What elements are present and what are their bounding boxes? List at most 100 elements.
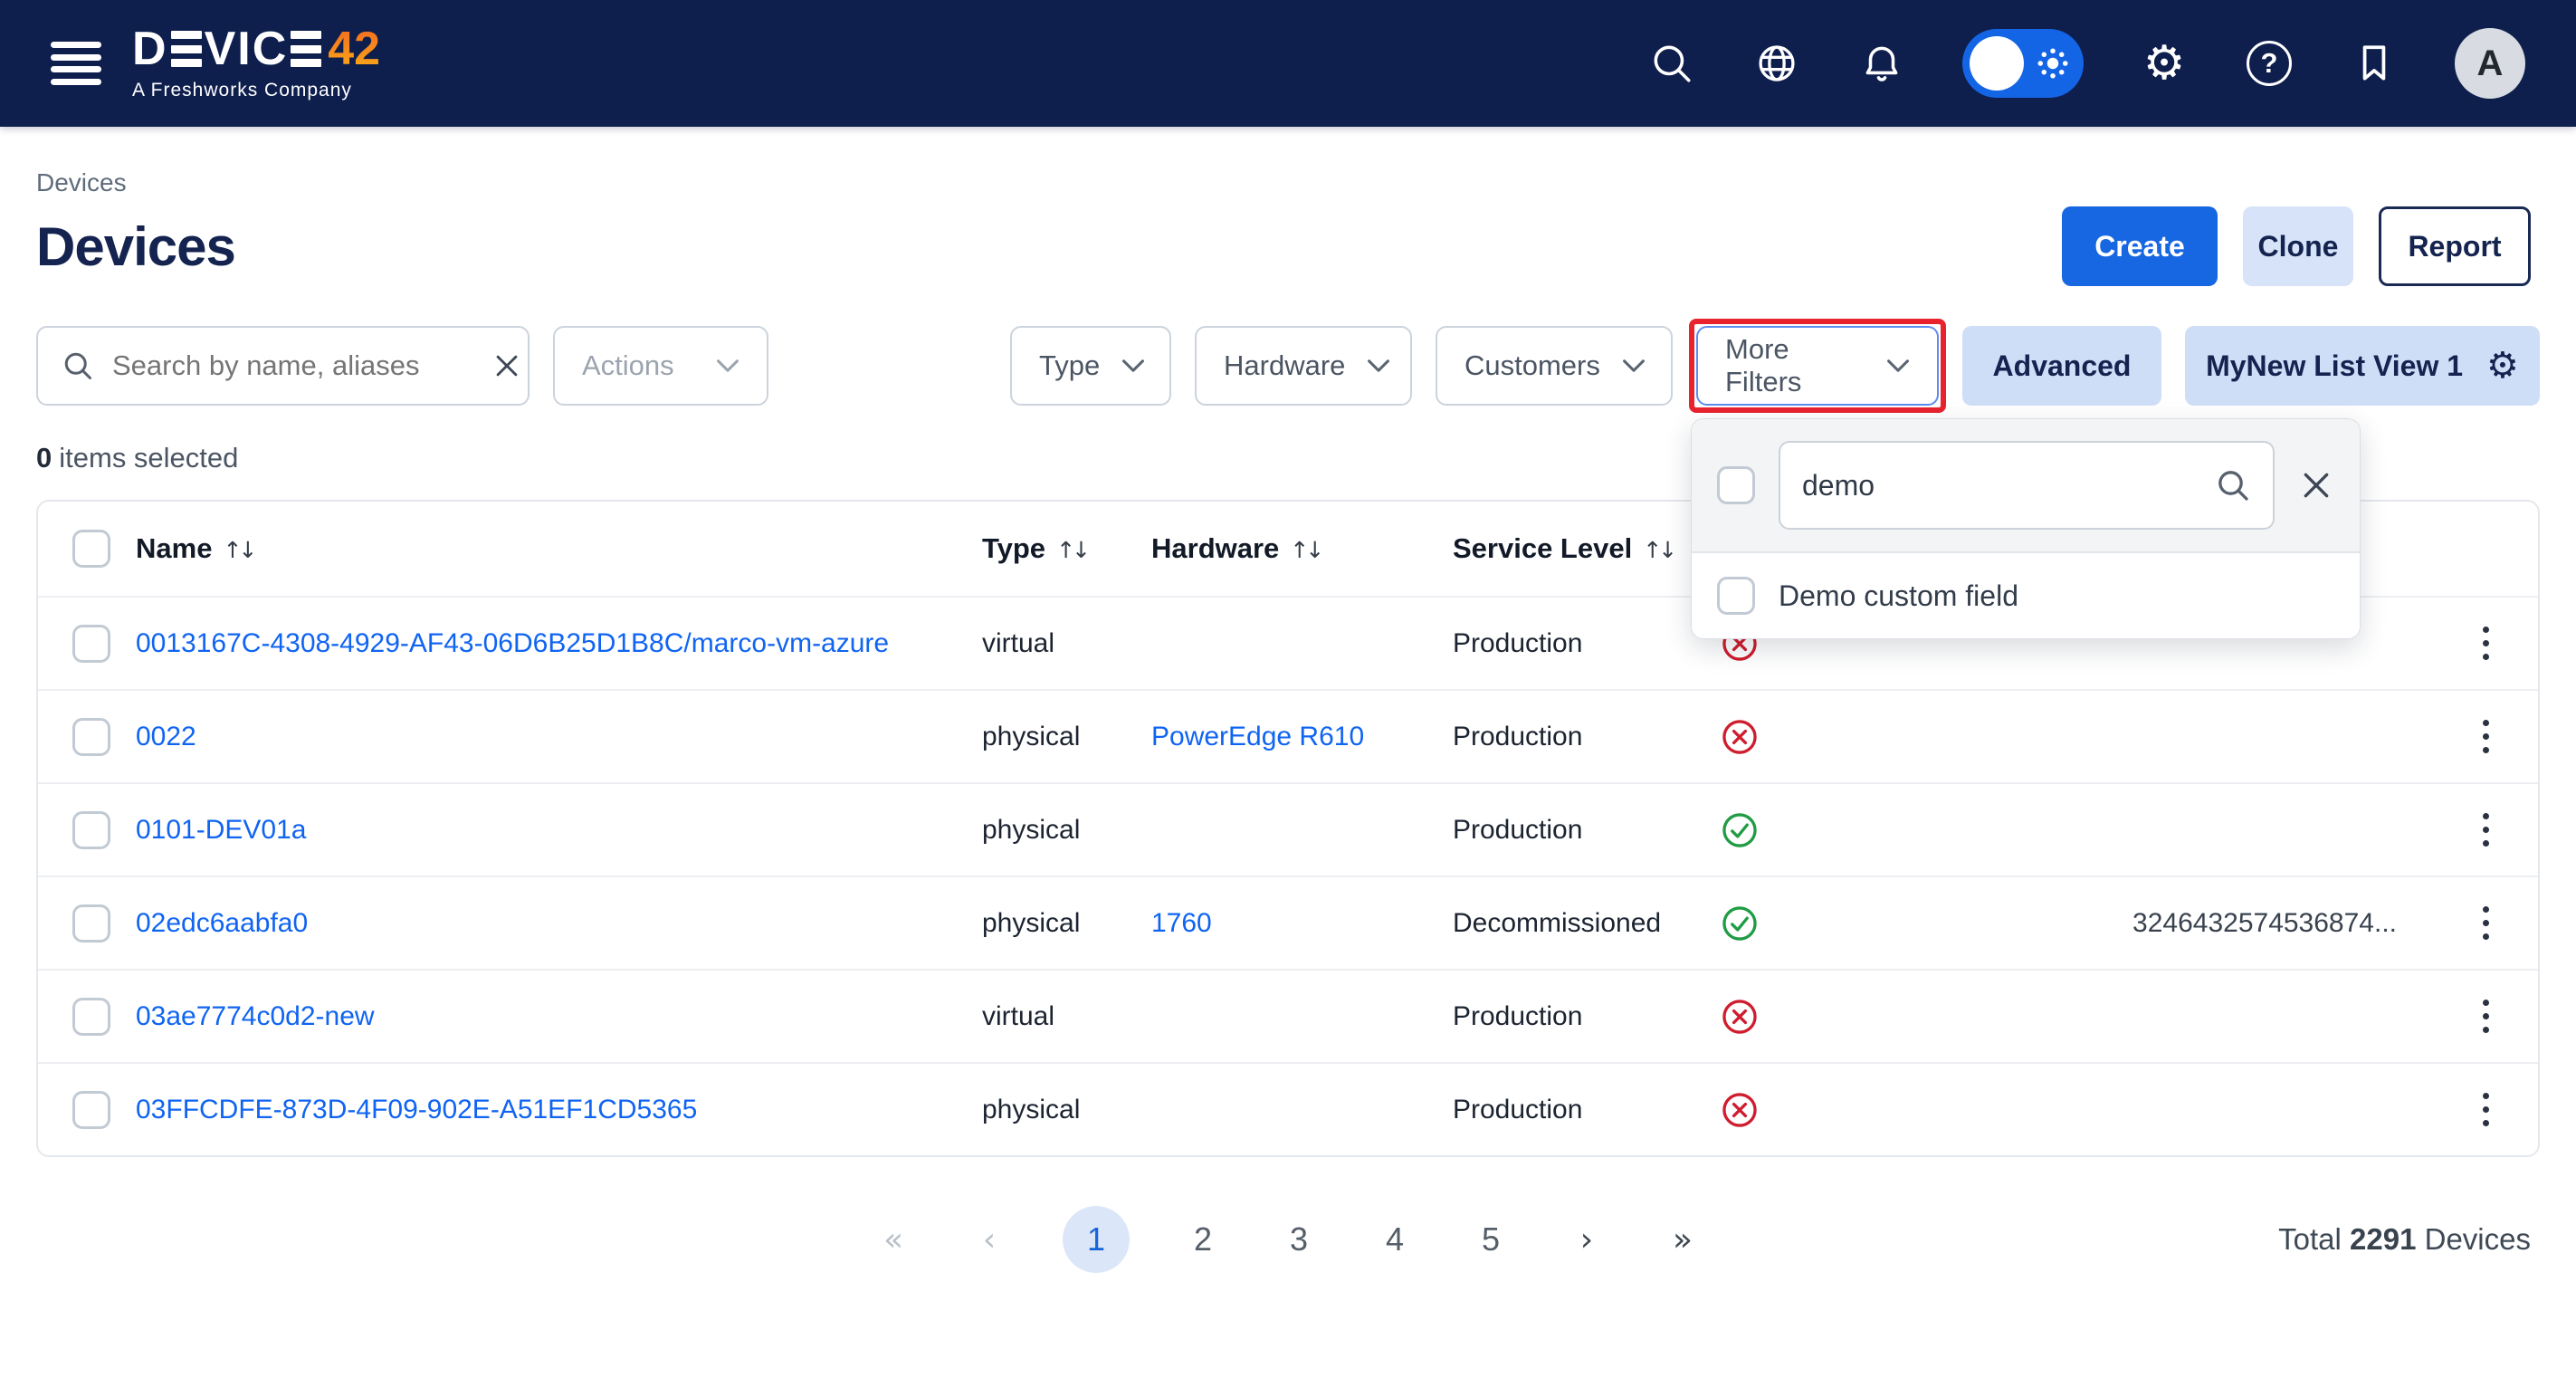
customers-filter-dropdown[interactable]: Customers [1436, 326, 1673, 406]
circle-x-icon [1720, 997, 1760, 1037]
type-filter-dropdown[interactable]: Type [1010, 326, 1171, 406]
logo-42: 42 [328, 25, 380, 72]
row-checkbox[interactable] [72, 625, 110, 663]
first-page-button[interactable]: « [871, 1221, 916, 1258]
status-cell [1720, 997, 1801, 1037]
user-avatar[interactable]: A [2455, 28, 2525, 99]
page-number-button[interactable]: 2 [1180, 1220, 1226, 1258]
column-header-type[interactable]: Type↑↓ [982, 532, 1151, 565]
breadcrumb[interactable]: Devices [36, 168, 2540, 197]
device-search-input-wrap [36, 326, 530, 406]
row-checkbox[interactable] [72, 811, 110, 849]
column-header-hardware[interactable]: Hardware↑↓ [1151, 532, 1453, 565]
device42-logo[interactable]: D VIC 42 A Freshworks Company [132, 25, 380, 101]
field-option-label: Demo custom field [1779, 579, 2018, 613]
device-type: physical [982, 815, 1151, 846]
sort-icon[interactable]: ↑↓ [1056, 537, 1087, 563]
service-level: Production [1453, 1095, 1720, 1125]
search-icon [62, 349, 94, 382]
more-filters-wrap: More Filters Demo custom field [1696, 326, 1939, 406]
next-page-button[interactable]: › [1564, 1221, 1609, 1258]
clear-search-icon[interactable] [491, 350, 522, 381]
device-name-link[interactable]: 02edc6aabfa0 [136, 908, 308, 938]
select-all-checkbox[interactable] [72, 530, 110, 568]
toggle-knob [1970, 36, 2024, 91]
row-menu-kebab-icon[interactable] [2474, 990, 2498, 1042]
sort-icon[interactable]: ↑↓ [1643, 537, 1674, 563]
list-view-button[interactable]: MyNew List View 1 ⚙ [2185, 326, 2540, 406]
row-menu-kebab-icon[interactable] [2474, 1084, 2498, 1135]
table-row: 0022 physical PowerEdge R610 Production [38, 689, 2538, 782]
row-menu-kebab-icon[interactable] [2474, 804, 2498, 856]
device-name-link[interactable]: 03ae7774c0d2-new [136, 1001, 375, 1031]
device-name-link[interactable]: 0101-DEV01a [136, 815, 306, 845]
select-all-fields-checkbox[interactable] [1717, 466, 1755, 504]
status-cell [1720, 717, 1801, 757]
demo-custom-field-checkbox[interactable] [1717, 577, 1755, 615]
chevron-down-icon [1367, 359, 1390, 373]
page-numbers: 1 2 3 4 5 [1063, 1206, 1513, 1273]
table-body: 0013167C-4308-4929-AF43-06D6B25D1B8C/mar… [38, 596, 2538, 1155]
logo-letter: D [132, 25, 168, 72]
page-number-button[interactable]: 5 [1468, 1220, 1513, 1258]
clone-button[interactable]: Clone [2243, 206, 2353, 286]
actions-dropdown[interactable]: Actions [553, 326, 768, 406]
row-menu-kebab-icon[interactable] [2474, 711, 2498, 762]
device-name-link[interactable]: 0022 [136, 722, 196, 751]
page-number-button[interactable]: 1 [1063, 1206, 1130, 1273]
circle-x-icon [1720, 1090, 1760, 1130]
settings-gear-icon[interactable]: ⚙ [2140, 39, 2189, 88]
close-icon[interactable] [2298, 467, 2334, 503]
chevron-down-icon [1886, 359, 1910, 373]
logo-stylized-e-icon [171, 31, 202, 67]
circle-x-icon [1720, 717, 1760, 757]
row-checkbox[interactable] [72, 904, 110, 943]
row-checkbox[interactable] [72, 718, 110, 756]
device-name-link[interactable]: 0013167C-4308-4929-AF43-06D6B25D1B8C/mar… [136, 628, 889, 658]
page-number-button[interactable]: 3 [1276, 1220, 1321, 1258]
theme-toggle[interactable] [1962, 29, 2084, 98]
prev-page-button[interactable]: ‹ [967, 1221, 1012, 1258]
row-menu-kebab-icon[interactable] [2474, 617, 2498, 669]
field-option-row[interactable]: Demo custom field [1692, 553, 2360, 638]
row-menu-kebab-icon[interactable] [2474, 897, 2498, 949]
notifications-bell-icon[interactable] [1857, 39, 1906, 88]
row-checkbox[interactable] [72, 1091, 110, 1129]
search-input[interactable] [112, 349, 473, 382]
column-header-name[interactable]: Name↑↓ [136, 532, 982, 565]
pagination: « ‹ 12345 › » Total 2291 Devices [36, 1199, 2540, 1280]
gear-icon[interactable]: ⚙ [2486, 345, 2519, 387]
column-header-service-level[interactable]: Service Level↑↓ [1453, 532, 1720, 565]
help-icon[interactable]: ? [2245, 39, 2294, 88]
create-button[interactable]: Create [2062, 206, 2218, 286]
menu-icon[interactable] [51, 42, 101, 85]
globe-icon[interactable] [1752, 39, 1801, 88]
logo-stylized-e-icon [291, 31, 321, 67]
service-level: Production [1453, 722, 1720, 752]
device-name-link[interactable]: 03FFCDFE-873D-4F09-902E-A51EF1CD5365 [136, 1095, 697, 1124]
circle-check-icon [1720, 810, 1760, 850]
search-icon[interactable] [1647, 39, 1696, 88]
device-type: physical [982, 908, 1151, 939]
service-level: Production [1453, 628, 1720, 659]
field-search-input[interactable] [1802, 469, 2200, 502]
table-row: 03ae7774c0d2-new virtual Production [38, 969, 2538, 1062]
hardware-filter-dropdown[interactable]: Hardware [1195, 326, 1412, 406]
search-icon [2215, 467, 2251, 503]
sort-icon[interactable]: ↑↓ [223, 537, 253, 563]
bookmark-icon[interactable] [2350, 39, 2399, 88]
report-button[interactable]: Report [2379, 206, 2531, 286]
row-checkbox[interactable] [72, 998, 110, 1036]
navbar-actions: ⚙ ? A [1647, 28, 2525, 99]
device-type: virtual [982, 628, 1151, 659]
logo-letters: VIC [205, 25, 289, 72]
hardware-link[interactable]: 1760 [1151, 908, 1212, 938]
status-cell [1720, 810, 1801, 850]
device-type: virtual [982, 1001, 1151, 1032]
sort-icon[interactable]: ↑↓ [1290, 537, 1321, 563]
more-filters-dropdown[interactable]: More Filters [1696, 326, 1939, 406]
last-page-button[interactable]: » [1660, 1221, 1705, 1258]
page-number-button[interactable]: 4 [1372, 1220, 1417, 1258]
advanced-button[interactable]: Advanced [1962, 326, 2161, 406]
hardware-link[interactable]: PowerEdge R610 [1151, 722, 1364, 751]
